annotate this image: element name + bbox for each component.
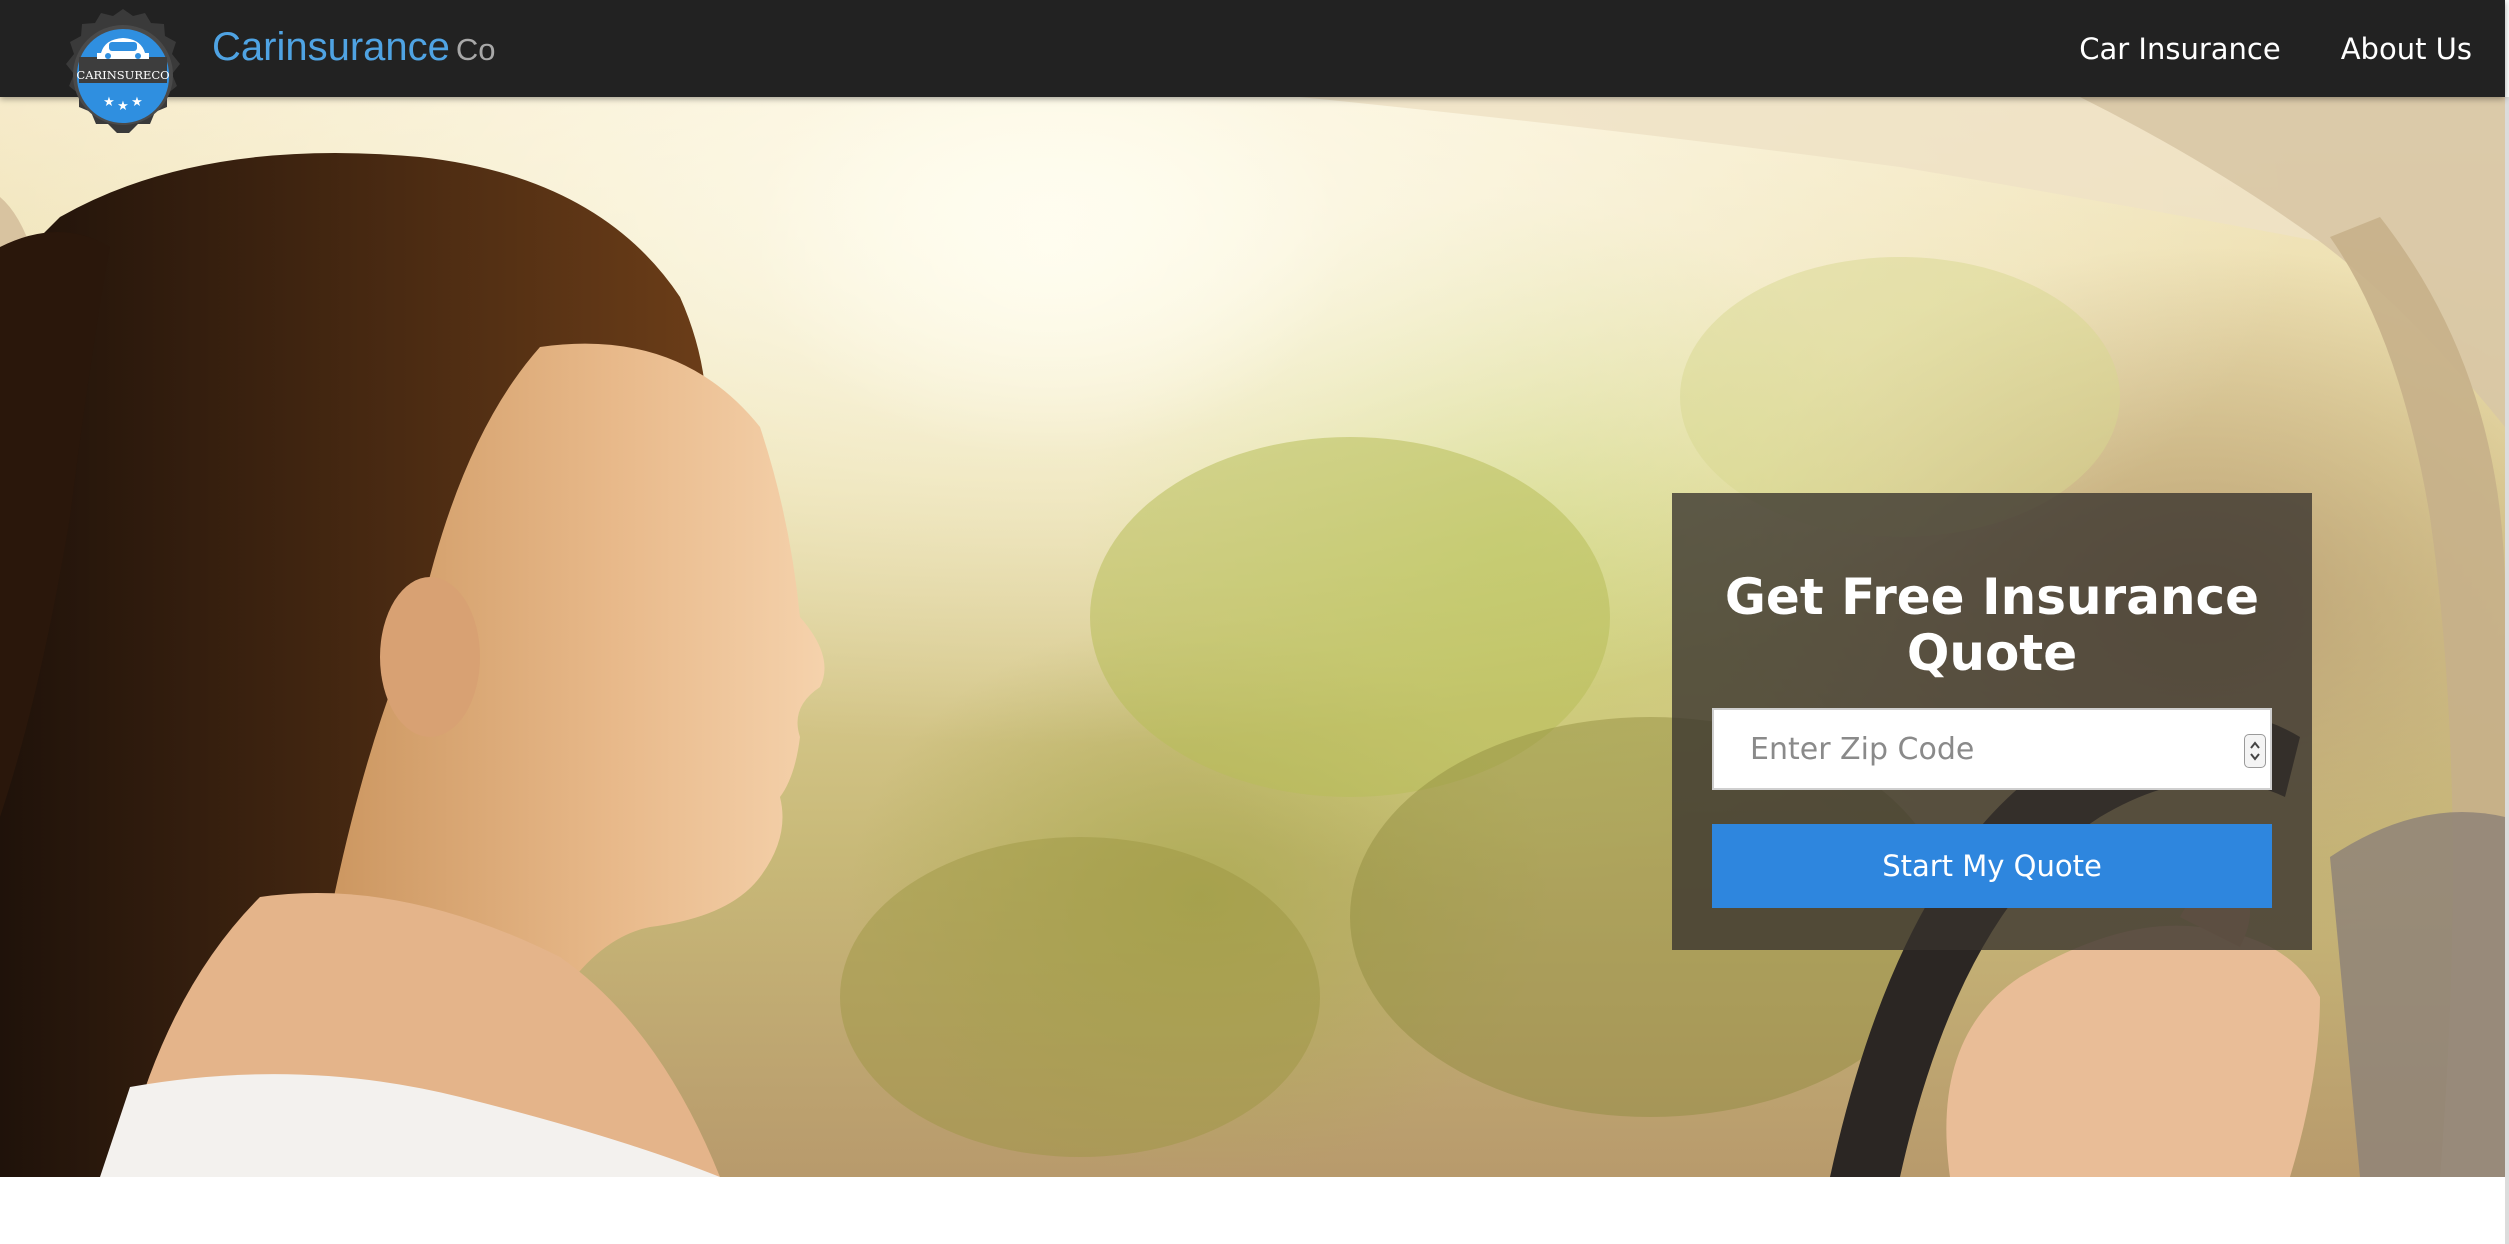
- brand-suffix: Co: [455, 32, 496, 67]
- brand-link[interactable]: Carinsurance Co: [212, 22, 496, 72]
- logo-text: CARINSURECO: [76, 68, 169, 82]
- brand-name: Carinsurance: [212, 25, 450, 69]
- quote-title: Get Free Insurance Quote: [1724, 568, 2260, 682]
- svg-text:★: ★: [117, 99, 129, 114]
- start-quote-button[interactable]: Start My Quote: [1712, 824, 2272, 908]
- svg-text:★: ★: [103, 95, 115, 110]
- page-scrollbar[interactable]: [2505, 97, 2509, 1244]
- svg-text:★: ★: [131, 95, 143, 110]
- zip-input[interactable]: [1714, 710, 2270, 788]
- quote-panel: Get Free Insurance Quote Start My Quote: [1672, 493, 2312, 950]
- nav-car-insurance[interactable]: Car Insurance: [2079, 32, 2280, 66]
- number-spinner-icon[interactable]: [2244, 734, 2266, 768]
- main-nav: Car Insurance About Us: [2019, 0, 2472, 97]
- logo-badge[interactable]: ★ ★ ★ CARINSURECO: [50, 8, 196, 142]
- car-badge-icon: ★ ★ ★ CARINSURECO: [66, 9, 180, 133]
- nav-about-us[interactable]: About Us: [2341, 32, 2472, 66]
- top-navbar: Carinsurance Co Car Insurance About Us: [0, 0, 2505, 97]
- hero-section: Get Free Insurance Quote Start My Quote: [0, 97, 2505, 1177]
- zip-field[interactable]: [1712, 708, 2272, 790]
